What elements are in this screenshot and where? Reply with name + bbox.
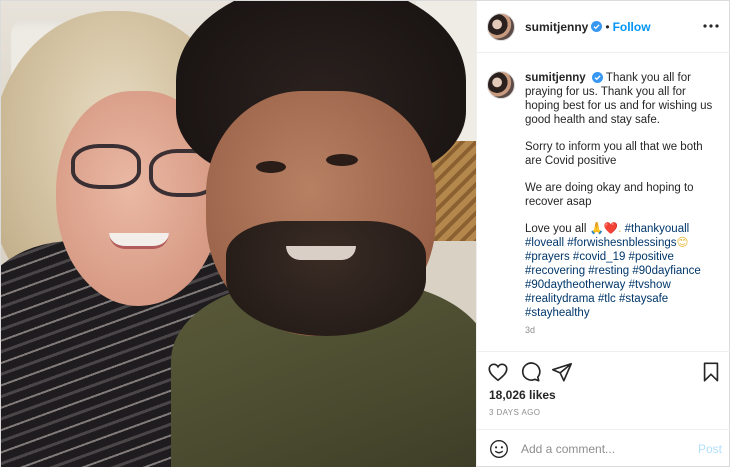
likes-count[interactable]: 18,026 likes [489,388,556,402]
caption-hashtags[interactable]: #prayers #covid_19 #positive #recovering… [525,251,701,319]
hashtag-thankyouall[interactable]: #thankyouall [625,223,690,235]
photo-glasses-left [71,144,141,189]
caption-avatar[interactable] [487,71,515,99]
header-username[interactable]: sumitjenny [525,20,588,34]
follow-button[interactable]: Follow [613,20,651,34]
instagram-post: sumitjenny • Follow sumitjenny Thank you… [0,0,730,467]
share-icon[interactable] [551,361,573,383]
comments-section[interactable]: sumitjenny Thank you all for praying for… [477,53,730,351]
caption-username[interactable]: sumitjenny [525,72,586,84]
photo-man-eye-right [326,154,358,166]
hashtag-forwishesnblessings[interactable]: #forwishesnblessings [567,237,676,249]
heart-icon[interactable] [487,361,509,383]
post-header: sumitjenny • Follow [477,1,730,53]
photo-man-eye-left [256,161,286,173]
caption-love-emojis: 🙏❤️. [589,223,622,235]
caption-paragraph-3: We are doing okay and hoping to recover … [525,182,694,208]
more-options-icon[interactable] [702,17,720,35]
caption-paragraph-4: Love you all 🙏❤️. #thankyouall #loveall … [525,222,720,320]
caption-time-ago: 3d [525,325,536,335]
post-date: 3 DAYS AGO [489,408,541,417]
caption-love-text: Love you all [525,223,590,235]
post-photo[interactable] [1,1,476,467]
post-actions [477,351,730,391]
caption-paragraph-1: sumitjenny Thank you all for praying for… [525,71,720,127]
photo-man-smile [286,246,356,260]
avatar[interactable] [487,12,515,41]
comment-icon[interactable] [519,361,541,383]
smile-emoji: 😊 [676,237,689,249]
bookmark-icon[interactable] [700,361,722,383]
caption-verified-badge-icon [591,72,603,84]
verified-badge-icon [591,21,603,32]
photo-woman-smile [109,233,169,249]
header-separator: • [605,19,610,34]
post-sidebar: sumitjenny • Follow sumitjenny Thank you… [476,1,730,467]
caption-row: sumitjenny Thank you all for praying for… [487,71,720,337]
caption-paragraph-2: Sorry to inform you all that we both are… [525,141,703,167]
comment-input[interactable] [521,442,681,456]
caption-body: sumitjenny Thank you all for praying for… [525,71,720,337]
add-comment-bar: Post [477,429,730,467]
hashtag-loveall[interactable]: #loveall [525,237,564,249]
photo-man-beard [226,221,426,336]
emoji-picker-icon[interactable] [489,439,509,459]
post-comment-button[interactable]: Post [698,442,722,456]
